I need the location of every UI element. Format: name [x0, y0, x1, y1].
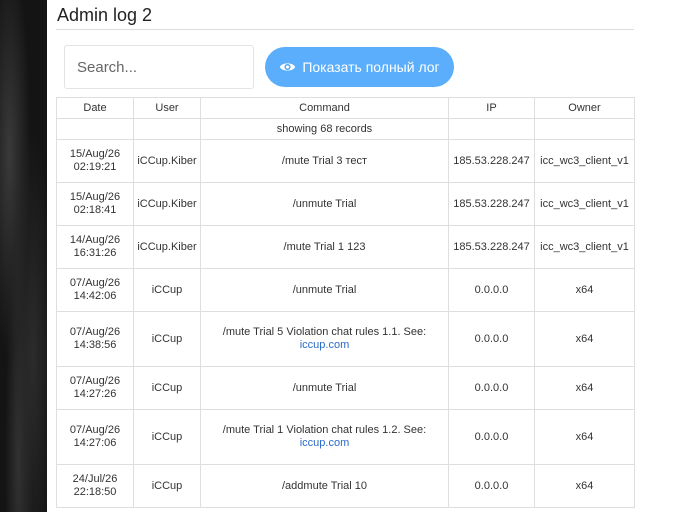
- table-row: 15/Aug/26 02:19:21 iCCup.Kiber/mute Trial …: [56, 139, 635, 183]
- iccup-link[interactable]: iccup.com: [300, 339, 350, 351]
- user-cell: iCCup: [133, 268, 201, 312]
- records-info-row: showing 68 records: [56, 118, 635, 140]
- user-cell: iCCup.Kiber: [133, 182, 201, 226]
- column-header-ip[interactable]: IP: [448, 97, 535, 119]
- page-title: Admin log 2: [57, 5, 153, 25]
- command-cell: /unmute Trial: [200, 182, 449, 226]
- log-date: 07/Aug/26: [69, 277, 121, 289]
- command-cell: /unmute Trial: [200, 366, 449, 410]
- command-text: /mute Trial 3 тест: [281, 154, 368, 167]
- ip-cell: 185.53.228.247: [448, 139, 535, 183]
- log-date: 07/Aug/26: [69, 375, 121, 387]
- user-cell: iCCup: [133, 409, 201, 465]
- command-cell: /mute Trial 5 Violation chat rules 1.1. …: [200, 311, 449, 367]
- table-row: 15/Aug/26 02:18:41 iCCup.Kiber/unmute Tria…: [56, 182, 635, 226]
- user-cell: iCCup: [133, 366, 201, 410]
- records-info-spacer: [133, 118, 201, 140]
- command-text: /unmute Trial: [292, 283, 357, 296]
- command-text: /unmute Trial: [292, 381, 357, 394]
- owner-cell: x64: [534, 268, 635, 312]
- log-date: 14/Aug/26: [69, 234, 121, 246]
- owner-cell: icc_wc3_client_v1: [534, 139, 635, 183]
- date-cell: 07/Aug/26 14:27:26: [56, 366, 134, 410]
- owner-cell: x64: [534, 366, 635, 410]
- command-cell: /mute Trial 1 123: [200, 225, 449, 269]
- ip-cell: 185.53.228.247: [448, 182, 535, 226]
- admin-log-table: Date User Command IP Owner showing 68 re…: [56, 97, 635, 508]
- table-row: 14/Aug/26 16:31:26 iCCup.Kiber/mute Trial …: [56, 225, 635, 269]
- eye-icon: [279, 61, 296, 73]
- column-header-owner[interactable]: Owner: [534, 97, 635, 119]
- search-input[interactable]: [64, 45, 254, 89]
- ip-cell: 0.0.0.0: [448, 409, 535, 465]
- log-time: 14:42:06: [73, 290, 117, 302]
- table-row: 07/Aug/26 14:27:26 iCCup/unmute Trial 0.0.0…: [56, 366, 635, 410]
- owner-cell: icc_wc3_client_v1: [534, 182, 635, 226]
- date-cell: 15/Aug/26 02:19:21: [56, 139, 134, 183]
- user-cell: iCCup.Kiber: [133, 225, 201, 269]
- title-divider: [56, 29, 634, 30]
- log-date: 15/Aug/26: [69, 191, 121, 203]
- date-cell: 07/Aug/26 14:38:56: [56, 311, 134, 367]
- log-date: 07/Aug/26: [69, 424, 121, 436]
- log-time: 22:18:50: [73, 486, 117, 498]
- ip-cell: 0.0.0.0: [448, 268, 535, 312]
- command-text: /addmute Trial 10: [282, 479, 367, 492]
- log-time: 02:19:21: [73, 161, 117, 173]
- ip-cell: 185.53.228.247: [448, 225, 535, 269]
- table-row: 07/Aug/26 14:38:56 iCCup/mute Trial 5 Viol…: [56, 311, 635, 367]
- date-cell: 24/Jul/26 22:18:50: [56, 464, 134, 508]
- show-full-log-label: Показать полный лог: [302, 59, 440, 75]
- command-cell: /unmute Trial: [200, 268, 449, 312]
- date-cell: 15/Aug/26 02:18:41: [56, 182, 134, 226]
- log-time: 16:31:26: [73, 247, 117, 259]
- command-text: /unmute Trial: [292, 197, 357, 210]
- owner-cell: x64: [534, 464, 635, 508]
- command-cell: /addmute Trial 10: [200, 464, 449, 508]
- show-full-log-button[interactable]: Показать полный лог: [265, 47, 454, 87]
- command-cell: /mute Trial 1 Violation chat rules 1.2. …: [200, 409, 449, 465]
- log-date: 07/Aug/26: [69, 326, 121, 338]
- log-time: 14:38:56: [73, 339, 117, 351]
- ip-cell: 0.0.0.0: [448, 464, 535, 508]
- log-time: 14:27:26: [73, 388, 117, 400]
- records-count: showing 68 records: [200, 118, 449, 140]
- user-cell: iCCup: [133, 311, 201, 367]
- owner-cell: icc_wc3_client_v1: [534, 225, 635, 269]
- user-cell: iCCup.Kiber: [133, 139, 201, 183]
- owner-cell: x64: [534, 311, 635, 367]
- log-date: 15/Aug/26: [69, 148, 121, 160]
- records-info-spacer: [534, 118, 635, 140]
- iccup-link[interactable]: iccup.com: [300, 437, 350, 449]
- command-text: /mute Trial 1 123: [283, 240, 366, 253]
- ip-cell: 0.0.0.0: [448, 311, 535, 367]
- table-row: 07/Aug/26 14:42:06 iCCup/unmute Trial 0.0.0…: [56, 268, 635, 312]
- date-cell: 07/Aug/26 14:27:06: [56, 409, 134, 465]
- records-info-spacer: [448, 118, 535, 140]
- owner-cell: x64: [534, 409, 635, 465]
- log-date: 24/Jul/26: [72, 473, 118, 485]
- command-text: /mute Trial 1 Violation chat rules 1.2. …: [222, 424, 427, 436]
- date-cell: 07/Aug/26 14:42:06: [56, 268, 134, 312]
- date-cell: 14/Aug/26 16:31:26: [56, 225, 134, 269]
- table-row: 07/Aug/26 14:27:06 iCCup/mute Trial 1 Viol…: [56, 409, 635, 465]
- column-header-command[interactable]: Command: [200, 97, 449, 119]
- table-header-row: Date User Command IP Owner: [56, 97, 635, 119]
- command-text: /mute Trial 5 Violation chat rules 1.1. …: [222, 326, 427, 338]
- column-header-user[interactable]: User: [133, 97, 201, 119]
- background-artwork: [0, 0, 47, 512]
- log-time: 14:27:06: [73, 437, 117, 449]
- column-header-date[interactable]: Date: [56, 97, 134, 119]
- main-content: Admin log 2 Показать полный лог Date Use…: [47, 0, 676, 512]
- records-info-spacer: [56, 118, 134, 140]
- command-cell: /mute Trial 3 тест: [200, 139, 449, 183]
- log-time: 02:18:41: [73, 204, 117, 216]
- user-cell: iCCup: [133, 464, 201, 508]
- table-row: 24/Jul/26 22:18:50 iCCup/addmute Trial 10 0…: [56, 464, 635, 508]
- ip-cell: 0.0.0.0: [448, 366, 535, 410]
